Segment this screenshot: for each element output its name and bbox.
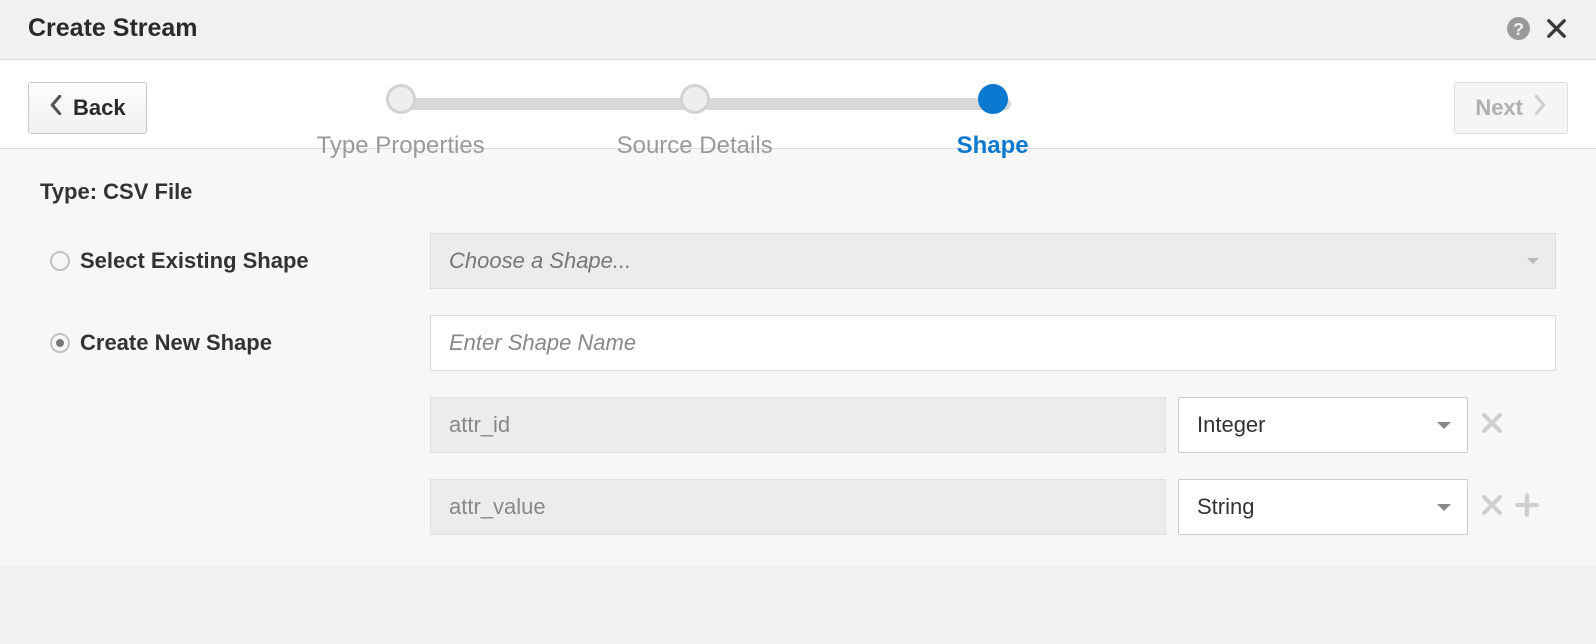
wizard-bar: Back Type Properties Source Details Shap… xyxy=(0,60,1596,149)
radio-select-existing[interactable] xyxy=(50,251,70,271)
svg-text:?: ? xyxy=(1513,19,1524,39)
chevron-down-icon xyxy=(1437,504,1451,511)
dialog-title: Create Stream xyxy=(28,14,198,43)
select-existing-label: Select Existing Shape xyxy=(80,248,430,274)
next-button-label: Next xyxy=(1475,95,1523,121)
delete-icon[interactable] xyxy=(1480,493,1504,522)
attribute-type-select[interactable]: String xyxy=(1178,479,1468,535)
chevron-down-icon xyxy=(1437,422,1451,429)
existing-shape-placeholder: Choose a Shape... xyxy=(449,248,631,274)
shape-form: Select Existing Shape Choose a Shape... … xyxy=(40,233,1556,535)
radio-create-new[interactable] xyxy=(50,333,70,353)
attribute-name-field[interactable]: attr_id xyxy=(430,397,1166,453)
shape-name-input[interactable] xyxy=(449,316,1537,370)
attribute-name-field[interactable]: attr_value xyxy=(430,479,1166,535)
delete-icon[interactable] xyxy=(1480,411,1504,440)
next-button[interactable]: Next xyxy=(1454,82,1568,134)
attribute-type-value: String xyxy=(1197,494,1254,520)
shape-name-input-wrapper xyxy=(430,315,1556,371)
attribute-row: attr_id Integer xyxy=(430,397,1556,453)
attribute-row: attr_value String xyxy=(430,479,1556,535)
step-label: Shape xyxy=(957,132,1029,160)
header-actions: ? xyxy=(1506,16,1568,41)
help-icon[interactable]: ? xyxy=(1506,16,1531,41)
step-dot-icon xyxy=(680,84,710,114)
chevron-down-icon xyxy=(1527,258,1539,264)
create-new-label: Create New Shape xyxy=(80,330,430,356)
step-shape[interactable]: Shape xyxy=(957,84,1029,160)
chevron-left-icon xyxy=(49,95,63,121)
attribute-type-value: Integer xyxy=(1197,412,1266,438)
stepper: Type Properties Source Details Shape xyxy=(147,82,1455,84)
type-value: CSV File xyxy=(103,179,192,204)
step-type-properties[interactable]: Type Properties xyxy=(317,84,485,160)
attribute-name-value: attr_id xyxy=(449,412,510,438)
back-button-label: Back xyxy=(73,95,126,121)
step-label: Source Details xyxy=(617,132,773,160)
step-dot-icon xyxy=(386,84,416,114)
step-source-details[interactable]: Source Details xyxy=(617,84,773,160)
dialog-header: Create Stream ? xyxy=(0,0,1596,60)
back-button[interactable]: Back xyxy=(28,82,147,134)
attribute-row-actions xyxy=(1480,411,1556,440)
attribute-row-actions xyxy=(1480,492,1556,523)
type-label: Type: xyxy=(40,179,97,204)
existing-shape-select[interactable]: Choose a Shape... xyxy=(430,233,1556,289)
step-label: Type Properties xyxy=(317,132,485,160)
chevron-right-icon xyxy=(1533,95,1547,121)
attribute-name-value: attr_value xyxy=(449,494,546,520)
content-area: Type: CSV File Select Existing Shape Cho… xyxy=(0,149,1596,565)
add-icon[interactable] xyxy=(1514,492,1540,523)
step-dot-icon xyxy=(978,84,1008,114)
close-icon[interactable] xyxy=(1545,17,1568,40)
attribute-list: attr_id Integer attr_value String xyxy=(430,397,1556,535)
attribute-type-select[interactable]: Integer xyxy=(1178,397,1468,453)
type-display: Type: CSV File xyxy=(40,179,1556,205)
